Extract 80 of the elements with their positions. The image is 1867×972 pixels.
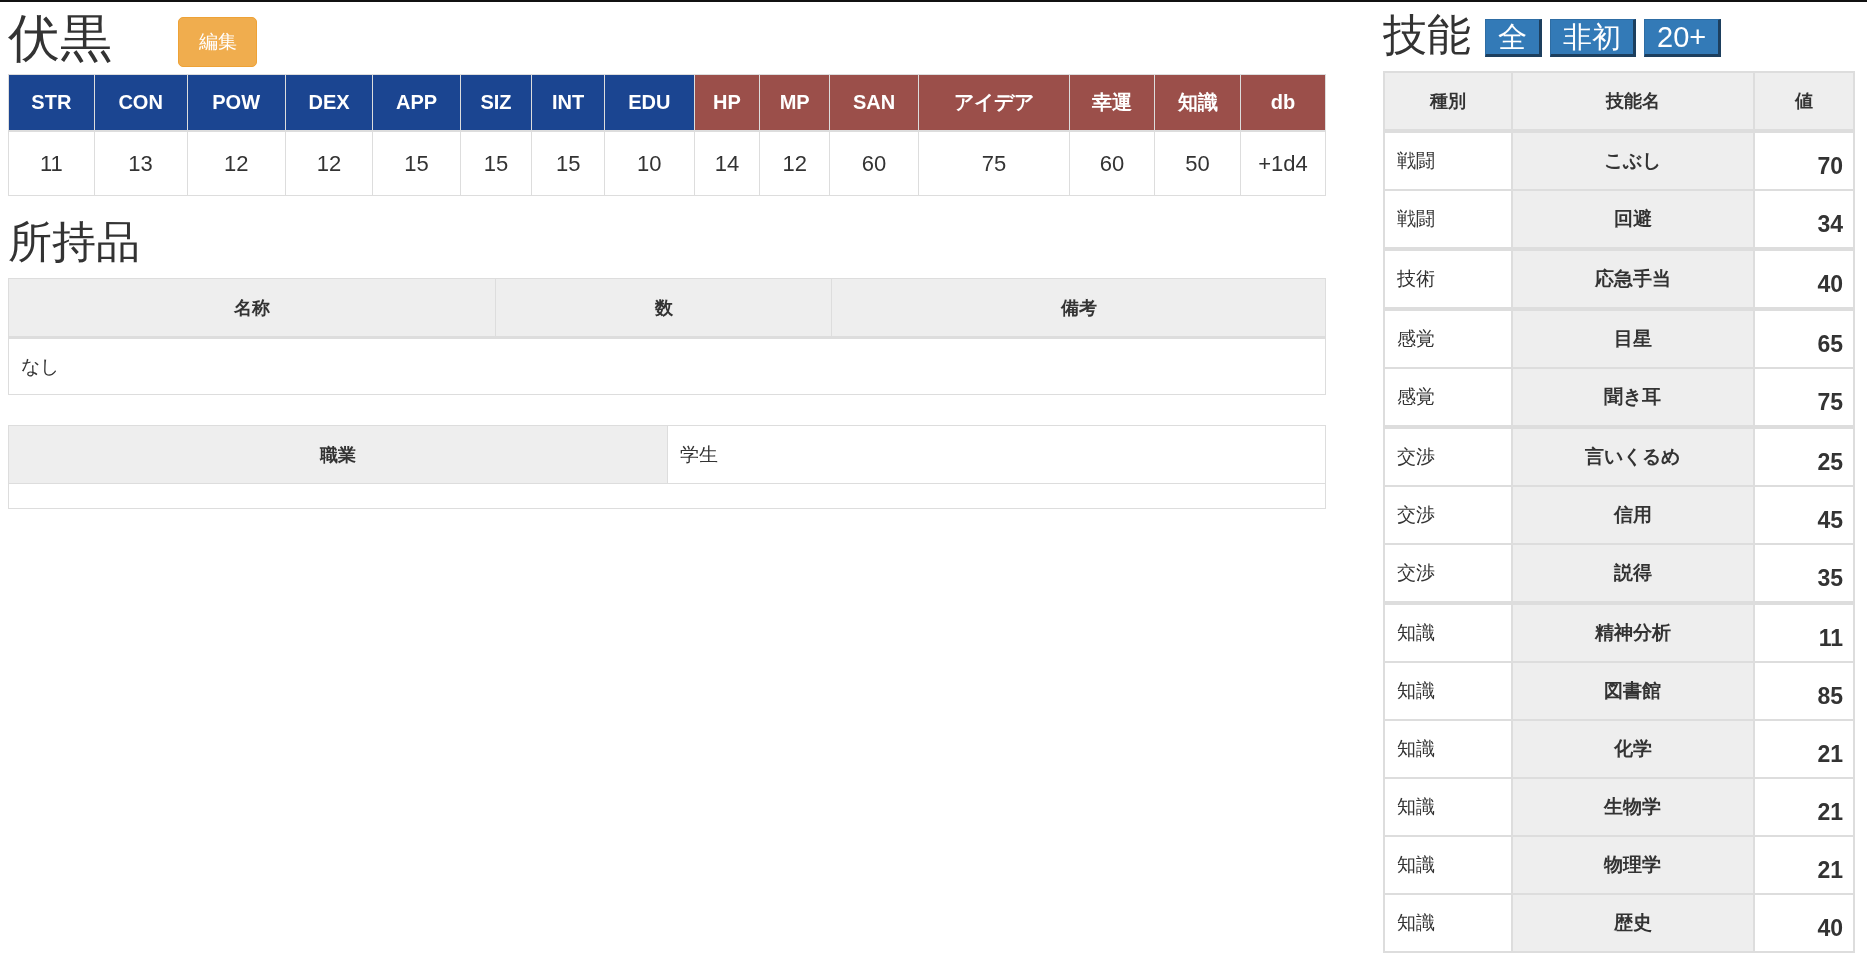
table-cell: 知識 bbox=[1384, 720, 1512, 778]
section-heading: 技能 bbox=[1383, 13, 1471, 57]
table-cell: 21 bbox=[1753, 778, 1854, 836]
stat-header: 幸運 bbox=[1069, 74, 1155, 131]
table-cell: 21 bbox=[1753, 836, 1854, 894]
table-cell: 40 bbox=[1753, 894, 1854, 952]
table-cell: 生物学 bbox=[1511, 778, 1754, 836]
table-cell: 化学 bbox=[1511, 720, 1754, 778]
stat-value: 15 bbox=[460, 131, 532, 196]
table-cell: 回避 bbox=[1511, 190, 1754, 249]
filter-button[interactable]: 全 bbox=[1485, 19, 1542, 57]
stat-value: 14 bbox=[694, 131, 760, 196]
stat-header: アイデア bbox=[918, 74, 1070, 131]
stat-value: 13 bbox=[94, 131, 188, 196]
stat-header: STR bbox=[8, 74, 95, 131]
character-name: 伏黒 bbox=[8, 12, 112, 64]
table-cell: 戦闘 bbox=[1384, 190, 1512, 249]
stat-header: SAN bbox=[829, 74, 919, 131]
stat-header: SIZ bbox=[460, 74, 532, 131]
stat-header: CON bbox=[94, 74, 188, 131]
table-cell: 歴史 bbox=[1511, 894, 1754, 952]
stat-value: 11 bbox=[8, 131, 95, 196]
table-cell: 聞き耳 bbox=[1511, 368, 1754, 427]
table-cell: 交渉 bbox=[1384, 544, 1512, 603]
stat-value: 75 bbox=[918, 131, 1070, 196]
table-cell: こぶし bbox=[1511, 131, 1754, 190]
table-cell: 知識 bbox=[1384, 778, 1512, 836]
stat-value: 60 bbox=[829, 131, 919, 196]
table-cell: 知識 bbox=[1384, 662, 1512, 720]
table-cell: 70 bbox=[1753, 131, 1854, 190]
stat-value: 15 bbox=[372, 131, 461, 196]
table-cell: 85 bbox=[1753, 662, 1854, 720]
table-cell: なし bbox=[8, 337, 1326, 395]
filter-button[interactable]: 20+ bbox=[1644, 19, 1722, 57]
stat-value: 15 bbox=[531, 131, 605, 196]
stat-header: MP bbox=[759, 74, 830, 131]
table-cell: 目星 bbox=[1511, 309, 1754, 368]
stat-header: DEX bbox=[285, 74, 373, 131]
filter-button[interactable]: 非初 bbox=[1550, 19, 1636, 57]
table-cell: 知識 bbox=[1384, 836, 1512, 894]
table-cell: 物理学 bbox=[1511, 836, 1754, 894]
table-cell: 図書館 bbox=[1511, 662, 1754, 720]
column-header: 数 bbox=[495, 278, 832, 338]
row-header: 職業 bbox=[8, 425, 667, 484]
stat-value: +1d4 bbox=[1240, 131, 1326, 196]
column-header: 備考 bbox=[831, 278, 1326, 338]
stat-value: 12 bbox=[285, 131, 373, 196]
column-header: 値 bbox=[1753, 72, 1854, 131]
table-cell: 45 bbox=[1753, 486, 1854, 544]
table-cell: 感覚 bbox=[1384, 368, 1512, 427]
stat-value: 12 bbox=[187, 131, 286, 196]
stat-header: HP bbox=[694, 74, 760, 131]
table-cell: 知識 bbox=[1384, 894, 1512, 952]
table-cell: 40 bbox=[1753, 249, 1854, 309]
column-header: 技能名 bbox=[1511, 72, 1754, 131]
table-cell: 交渉 bbox=[1384, 486, 1512, 544]
stat-value: 12 bbox=[759, 131, 830, 196]
table-cell: 11 bbox=[1753, 603, 1854, 662]
section-heading: 所持品 bbox=[8, 218, 141, 267]
stat-header: POW bbox=[187, 74, 286, 131]
stat-value: 10 bbox=[604, 131, 694, 196]
stat-value: 50 bbox=[1154, 131, 1241, 196]
table-cell: 説得 bbox=[1511, 544, 1754, 603]
table-cell: 学生 bbox=[667, 425, 1326, 484]
stat-header: 知識 bbox=[1154, 74, 1241, 131]
column-header: 種別 bbox=[1384, 72, 1512, 131]
table-cell: 21 bbox=[1753, 720, 1854, 778]
stat-header: APP bbox=[372, 74, 461, 131]
table-cell: 応急手当 bbox=[1511, 249, 1754, 309]
stat-header: EDU bbox=[604, 74, 694, 131]
table-cell: 25 bbox=[1753, 427, 1854, 486]
table-cell: 精神分析 bbox=[1511, 603, 1754, 662]
table-cell: 戦闘 bbox=[1384, 131, 1512, 190]
table-cell: 信用 bbox=[1511, 486, 1754, 544]
stat-header: db bbox=[1240, 74, 1326, 131]
table-cell: 65 bbox=[1753, 309, 1854, 368]
stat-header: INT bbox=[531, 74, 605, 131]
stat-value: 60 bbox=[1069, 131, 1155, 196]
table-cell: 言いくるめ bbox=[1511, 427, 1754, 486]
column-header: 名称 bbox=[8, 278, 496, 338]
